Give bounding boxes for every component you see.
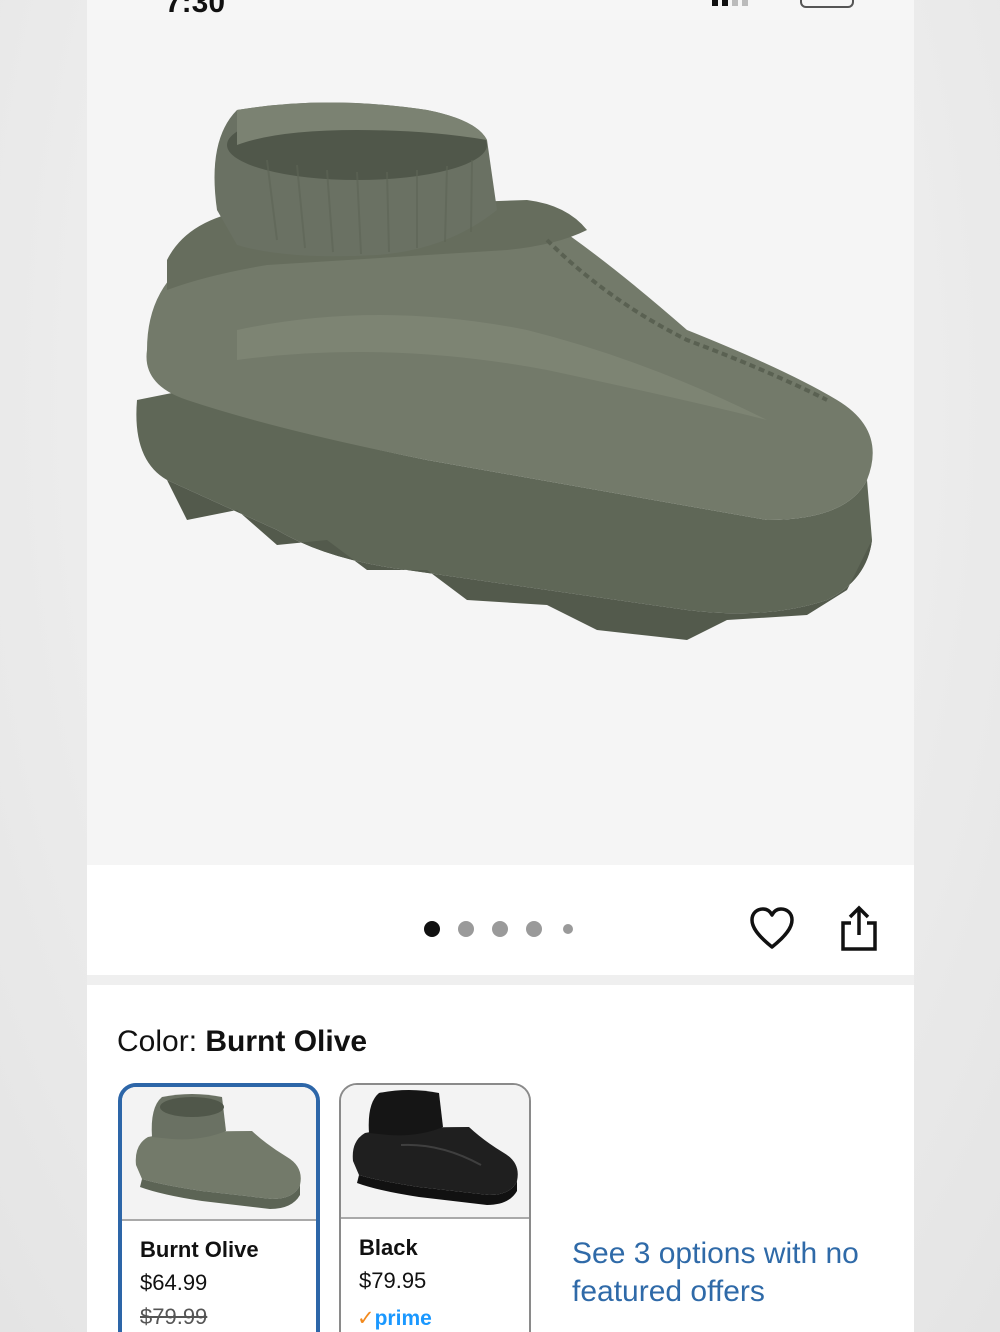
color-swatch-black[interactable]: Black $79.95 ✓prime [339,1083,531,1332]
status-bar: 7:30 [87,0,914,20]
product-image-area[interactable]: 7:30 [87,0,914,865]
heart-icon[interactable] [749,907,795,951]
signal-icon [712,0,748,6]
gallery-dot-4[interactable] [526,921,542,937]
swatch-price: $64.99 [140,1270,208,1295]
color-label-prefix: Color: [117,1025,198,1058]
phone-screen: 7:30 Color: Burnt Olive Burnt Olive $64.… [87,0,914,1332]
swatch-price: $79.95 [359,1268,427,1293]
swatch-old-price: $79.99 [140,1304,208,1329]
swatch-divider [341,1217,529,1219]
swatch-divider [122,1219,316,1221]
prime-check-icon: ✓ [357,1307,375,1330]
share-icon[interactable] [837,905,881,953]
gallery-dot-5[interactable] [563,924,573,934]
prime-badge-label: prime [374,1307,432,1330]
see-options-link[interactable]: See 3 options with no featured offers [572,1235,892,1311]
swatch-thumbnail [341,1085,529,1217]
gallery-dot-2[interactable] [458,921,474,937]
color-label: Color: Burnt Olive [117,1025,367,1059]
selected-color-value: Burnt Olive [205,1025,368,1058]
color-swatch-burnt-olive[interactable]: Burnt Olive $64.99 $79.99 [118,1083,320,1332]
battery-icon [800,0,854,8]
gallery-dot-3[interactable] [492,921,508,937]
gallery-controls [87,865,914,975]
prime-badge: ✓prime [357,1306,432,1331]
swatch-name: Black [359,1235,418,1260]
color-selector-section: Color: Burnt Olive Burnt Olive $64.99 $7… [87,985,914,1332]
status-icons [712,0,854,8]
gallery-dot-1[interactable] [424,921,440,937]
product-boot-image [136,102,873,640]
wifi-icon [766,0,782,8]
swatch-name: Burnt Olive [140,1237,259,1262]
status-time: 7:30 [165,0,226,19]
section-divider [87,975,914,985]
swatch-thumbnail [122,1087,316,1219]
